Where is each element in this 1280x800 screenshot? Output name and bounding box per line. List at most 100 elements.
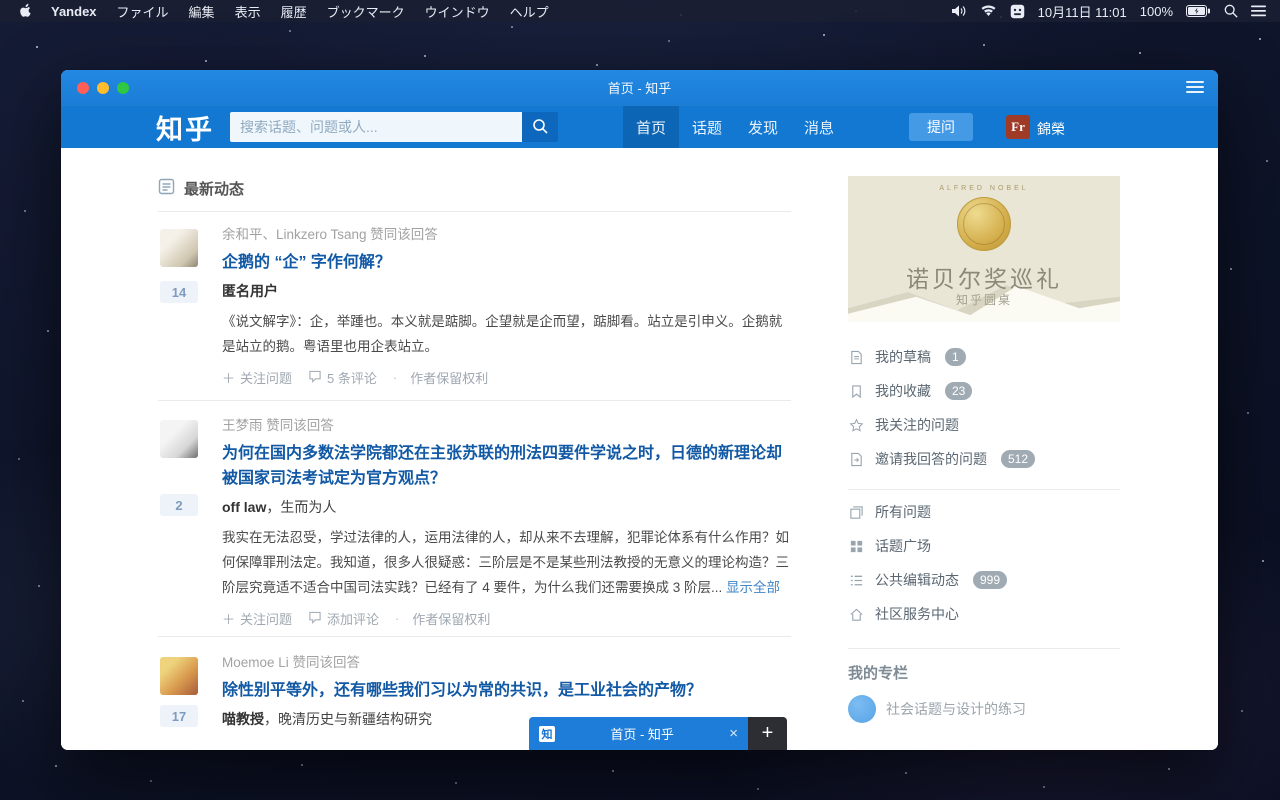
- sidebar-item-label: 所有问题: [875, 502, 931, 522]
- divider: [848, 648, 1120, 649]
- search-icon: [532, 118, 548, 137]
- question-title-link[interactable]: 为何在国内多数法学院都还在主张苏联的刑法四要件学说之时，日德的新理论却被国家司法…: [222, 441, 791, 491]
- zoom-button[interactable]: [117, 82, 129, 94]
- apple-menu-icon[interactable]: [10, 3, 41, 19]
- user-name[interactable]: 錦榮: [1037, 119, 1065, 139]
- sidebar-item-topic-square[interactable]: 话题广场: [848, 529, 1120, 563]
- sidebar-item-label: 社区服务中心: [875, 604, 959, 624]
- sidebar-item-public-edits[interactable]: 公共编辑动态 999: [848, 563, 1120, 597]
- sidebar-item-my-collections[interactable]: 我的收藏 23: [848, 374, 1120, 408]
- wifi-icon[interactable]: [980, 5, 997, 17]
- feed-item-actions: 关注问题 添加评论 作者保留权利: [222, 609, 791, 628]
- volume-icon[interactable]: [952, 5, 967, 17]
- answer-excerpt: 《说文解字》：企，举踵也。本义就是踮脚。企望就是企而望，踮脚看。站立是引申义。企…: [222, 309, 791, 359]
- banner-title: 诺贝尔奖巡礼: [848, 260, 1120, 294]
- count-badge: 999: [973, 571, 1007, 589]
- menu-file[interactable]: ファイル: [107, 2, 179, 21]
- sidebar-item-label: 公共编辑动态: [875, 570, 959, 590]
- follow-question-button[interactable]: 关注问题: [222, 609, 292, 628]
- feed-item: 14 余和平、Linkzero Tsang 赞同该回答 企鹅的 “企” 字作何解…: [158, 226, 791, 387]
- browser-window: 首页 - 知乎 知乎 首页 话题 发现 消息 提问 Fr 錦榮 最新动态: [61, 70, 1218, 750]
- sidebar-item-all-questions[interactable]: 所有问题: [848, 495, 1120, 529]
- grid-icon: [848, 539, 864, 554]
- nobel-banner[interactable]: ALFRED NOBEL 诺贝尔奖巡礼 知乎圆桌: [848, 176, 1120, 322]
- browser-tab-bar: 知 首页 - 知乎 × +: [529, 717, 787, 750]
- spotlight-search-icon[interactable]: [1224, 4, 1238, 18]
- divider: [158, 636, 791, 637]
- sidebar-item-label: 我关注的问题: [875, 415, 959, 435]
- menu-window[interactable]: ウインドウ: [415, 2, 500, 21]
- answer-author-avatar[interactable]: [160, 229, 198, 267]
- window-title: 首页 - 知乎: [608, 78, 672, 97]
- sidebar-item-my-drafts[interactable]: 我的草稿 1: [848, 340, 1120, 374]
- user-avatar[interactable]: Fr: [1006, 115, 1030, 139]
- bookmark-icon: [848, 384, 864, 399]
- battery-icon[interactable]: [1186, 5, 1211, 17]
- answer-excerpt: 我实在无法忍受，学过法律的人，运用法律的人，却从来不去理解，犯罪论体系有什么作用…: [222, 525, 791, 600]
- feed-header-label: 最新动态: [184, 178, 244, 199]
- search-button[interactable]: [522, 112, 558, 142]
- add-comment-button[interactable]: 添加评论: [308, 609, 379, 628]
- tab-title: 首页 - 知乎: [563, 724, 721, 743]
- page-content: 最新动态 14 余和平、Linkzero Tsang 赞同该回答 企鹅的 “企”…: [61, 148, 1218, 750]
- zhihu-favicon: 知: [539, 726, 555, 742]
- zhihu-logo[interactable]: 知乎: [156, 108, 214, 147]
- feed-item: 2 王梦雨 赞同该回答 为何在国内多数法学院都还在主张苏联的刑法四要件学说之时，…: [158, 417, 791, 628]
- app-menu-yandex[interactable]: Yandex: [41, 4, 107, 19]
- column-list-item[interactable]: 社会话题与设计的练习: [848, 695, 1026, 723]
- feed-item-meta: Moemoe Li 赞同该回答: [222, 654, 791, 671]
- nav-messages[interactable]: 消息: [791, 106, 847, 148]
- sidebar-item-label: 我的收藏: [875, 381, 931, 401]
- zhihu-header: 知乎 首页 话题 发现 消息 提问 Fr 錦榮: [61, 106, 1218, 148]
- window-titlebar[interactable]: 首页 - 知乎: [61, 70, 1218, 106]
- divider: [158, 211, 791, 212]
- sidebar-item-invited-questions[interactable]: 邀请我回答的问题 512: [848, 442, 1120, 476]
- question-title-link[interactable]: 除性别平等外，还有哪些我们习以为常的共识，是工业社会的产物？: [222, 678, 791, 703]
- answer-author-line[interactable]: 匿名用户: [222, 283, 791, 300]
- close-button[interactable]: [77, 82, 89, 94]
- notification-center-icon[interactable]: [1251, 5, 1266, 17]
- battery-percent: 100%: [1140, 4, 1173, 19]
- input-source-icon[interactable]: [1010, 4, 1025, 19]
- tab-zhihu[interactable]: 知 首页 - 知乎 ×: [529, 717, 748, 750]
- menu-history[interactable]: 履歴: [271, 2, 317, 21]
- minimize-button[interactable]: [97, 82, 109, 94]
- nav-topics[interactable]: 话题: [679, 106, 735, 148]
- banner-small-label: ALFRED NOBEL: [848, 185, 1120, 192]
- count-badge: 23: [945, 382, 972, 400]
- sidebar-item-followed-questions[interactable]: 我关注的问题: [848, 408, 1120, 442]
- answer-author-line[interactable]: off law，生而为人: [222, 499, 791, 516]
- question-title-link[interactable]: 企鹅的 “企” 字作何解？: [222, 250, 791, 275]
- primary-nav: 首页 话题 发现 消息: [623, 106, 847, 148]
- browser-menu-icon[interactable]: [1186, 81, 1204, 96]
- follow-question-button[interactable]: 关注问题: [222, 368, 292, 387]
- traffic-lights: [77, 82, 129, 94]
- vote-count[interactable]: 17: [160, 705, 198, 727]
- nav-discover[interactable]: 发现: [735, 106, 791, 148]
- vote-count[interactable]: 14: [160, 281, 198, 303]
- ask-question-button[interactable]: 提问: [909, 113, 973, 141]
- menu-bar-left: Yandex ファイル 編集 表示 履歴 ブックマーク ウインドウ ヘルプ: [0, 2, 559, 21]
- show-all-link[interactable]: 显示全部: [726, 580, 780, 595]
- search-input[interactable]: [230, 112, 522, 142]
- menu-edit[interactable]: 編集: [179, 2, 225, 21]
- nav-home[interactable]: 首页: [623, 106, 679, 148]
- sidebar-item-community-service[interactable]: 社区服务中心: [848, 597, 1120, 631]
- comments-button[interactable]: 5 条评论: [308, 368, 377, 387]
- tab-close-icon[interactable]: ×: [729, 725, 738, 742]
- menu-bar-clock[interactable]: 10月11日 11:01: [1038, 2, 1127, 21]
- menu-bookmarks[interactable]: ブックマーク: [317, 2, 415, 21]
- author-rights-label: 作者保留权利: [395, 609, 490, 628]
- menu-help[interactable]: ヘルプ: [500, 2, 559, 21]
- column-avatar: [848, 695, 876, 723]
- new-tab-button[interactable]: +: [748, 717, 787, 750]
- document-arrow-icon: [848, 452, 864, 467]
- answer-author-avatar[interactable]: [160, 657, 198, 695]
- banner-subtitle: 知乎圆桌: [848, 291, 1120, 308]
- menu-view[interactable]: 表示: [225, 2, 271, 21]
- comment-icon: [308, 611, 322, 627]
- sidebar-item-label: 我的草稿: [875, 347, 931, 367]
- macos-menu-bar: Yandex ファイル 編集 表示 履歴 ブックマーク ウインドウ ヘルプ 10…: [0, 0, 1280, 22]
- vote-count[interactable]: 2: [160, 494, 198, 516]
- answer-author-avatar[interactable]: [160, 420, 198, 458]
